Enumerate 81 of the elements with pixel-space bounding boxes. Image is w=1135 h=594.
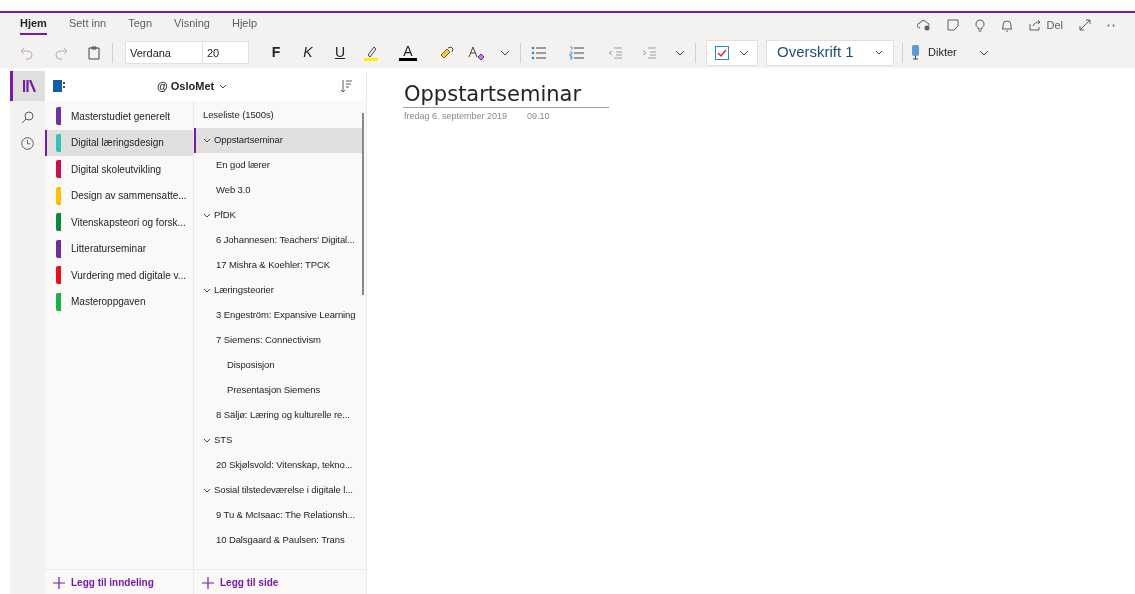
chevron-down-icon[interactable] <box>203 138 211 143</box>
section-item[interactable]: Masterstudiet generelt <box>45 103 193 130</box>
format-painter-icon[interactable] <box>439 45 454 60</box>
chevron-down-icon[interactable] <box>203 488 211 493</box>
tag-dropdown[interactable] <box>706 39 758 66</box>
scrollbar[interactable] <box>362 113 364 295</box>
chevron-down-icon[interactable] <box>203 213 211 218</box>
chevron-down-icon[interactable] <box>203 438 211 443</box>
ribbon-tab[interactable]: Visning <box>174 14 210 36</box>
library-icon <box>22 80 36 92</box>
chevron-down-icon[interactable] <box>675 49 685 56</box>
page-item[interactable]: En god lærer <box>194 153 362 178</box>
ribbon-tab[interactable]: Tegn <box>128 14 153 36</box>
microphone-icon <box>911 45 920 60</box>
page-item[interactable]: 17 Mishra & Koehler: TPCK <box>194 253 362 278</box>
recent-clock-icon[interactable] <box>21 137 34 150</box>
page-item[interactable]: 7 Siemens: Connectivism <box>194 328 362 353</box>
section-item[interactable]: Litteraturseminar <box>45 235 193 262</box>
clipboard-icon[interactable] <box>88 45 100 60</box>
page-item[interactable]: STS <box>194 428 362 453</box>
page-item[interactable]: Web 3.0 <box>194 178 362 203</box>
ribbon-tab[interactable]: Hjelp <box>231 14 258 36</box>
page-item[interactable]: Oppstartseminar <box>194 128 362 153</box>
chevron-down-icon[interactable] <box>203 288 211 293</box>
share-icon <box>1029 19 1043 31</box>
page-item[interactable]: 20 Skjølsvold: Vitenskap, tekno... <box>194 453 362 478</box>
font-size-field[interactable]: 20 <box>203 41 249 64</box>
page-item[interactable]: 10 Dalsgaard & Paulsen: Trans <box>194 528 362 553</box>
lightbulb-icon[interactable] <box>975 18 986 32</box>
page-item[interactable]: 3 Engeström: Expansive Learning <box>194 303 362 328</box>
font-field[interactable]: Verdana <box>125 41 203 64</box>
checkbox-tag-icon <box>715 45 729 60</box>
sticky-note-icon[interactable] <box>947 19 960 31</box>
chevron-down-icon <box>219 83 228 89</box>
expand-icon[interactable] <box>1079 19 1091 31</box>
chevron-down-icon[interactable] <box>978 49 989 56</box>
page-item[interactable]: Presentasjon Siemens <box>194 378 362 403</box>
notebook-selector[interactable]: @ OsloMet <box>157 77 228 95</box>
page-item[interactable]: PfDK <box>194 203 362 228</box>
page-item[interactable]: Læringsteorier <box>194 278 362 303</box>
page-date: fredag 6. september 2019 <box>404 110 508 123</box>
chevron-down-icon[interactable] <box>500 49 510 56</box>
chevron-down-icon <box>739 49 749 56</box>
section-item[interactable]: Masteroppgaven <box>45 288 193 315</box>
cloud-sync-icon[interactable] <box>917 19 932 31</box>
dictate-button[interactable]: Dikter <box>911 44 957 61</box>
plus-icon <box>202 576 214 589</box>
notebooks-button[interactable] <box>10 71 45 101</box>
section-item[interactable]: Vitenskapsteori og forsk... <box>45 209 193 236</box>
page-item[interactable]: 6 Johannesen: Teachers' Digital... <box>194 228 362 253</box>
section-item[interactable]: Design av sammensatte... <box>45 182 193 209</box>
bell-icon[interactable] <box>1001 18 1014 32</box>
underline-button[interactable]: U <box>331 42 349 63</box>
search-icon[interactable] <box>21 111 34 124</box>
chevron-down-icon <box>875 50 883 55</box>
page-item[interactable]: 9 Tu & McIsaac: The Relationsh... <box>194 503 362 528</box>
page-item[interactable]: Leseliste (1500s) <box>194 103 362 128</box>
share-button[interactable]: Del <box>1029 16 1063 34</box>
add-page-button[interactable]: Legg til side <box>194 569 366 594</box>
clear-formatting-icon[interactable] <box>468 44 486 61</box>
bullet-list-icon[interactable] <box>531 45 547 60</box>
highlighter-icon[interactable] <box>363 44 379 61</box>
style-dropdown[interactable]: Overskrift 1 <box>766 39 894 66</box>
plus-icon <box>53 576 65 589</box>
page-item[interactable]: 8 Säljø: Læring og kulturelle re... <box>194 403 362 428</box>
notebook-icon <box>53 80 65 92</box>
section-item[interactable]: Vurdering med digitale v... <box>45 262 193 289</box>
bold-button[interactable]: F <box>267 42 285 63</box>
font-color-button[interactable]: A <box>399 44 417 61</box>
page-time: 09.10 <box>527 110 550 123</box>
more-icon[interactable] <box>1107 23 1115 27</box>
page-title[interactable]: Oppstartseminar <box>403 81 609 107</box>
ribbon-tab[interactable]: Hjem <box>20 14 47 36</box>
ribbon-tab[interactable]: Sett inn <box>68 14 107 36</box>
page-item[interactable]: Disposisjon <box>194 353 362 378</box>
section-item[interactable]: Digital skoleutvikling <box>45 156 193 183</box>
section-item[interactable]: Digital læringsdesign <box>45 129 193 156</box>
italic-button[interactable]: K <box>299 42 317 63</box>
sort-icon[interactable] <box>341 79 352 93</box>
page-item[interactable]: Sosial tilstedeværelse i digitale l... <box>194 478 362 503</box>
add-section-button[interactable]: Legg til inndeling <box>45 569 193 594</box>
